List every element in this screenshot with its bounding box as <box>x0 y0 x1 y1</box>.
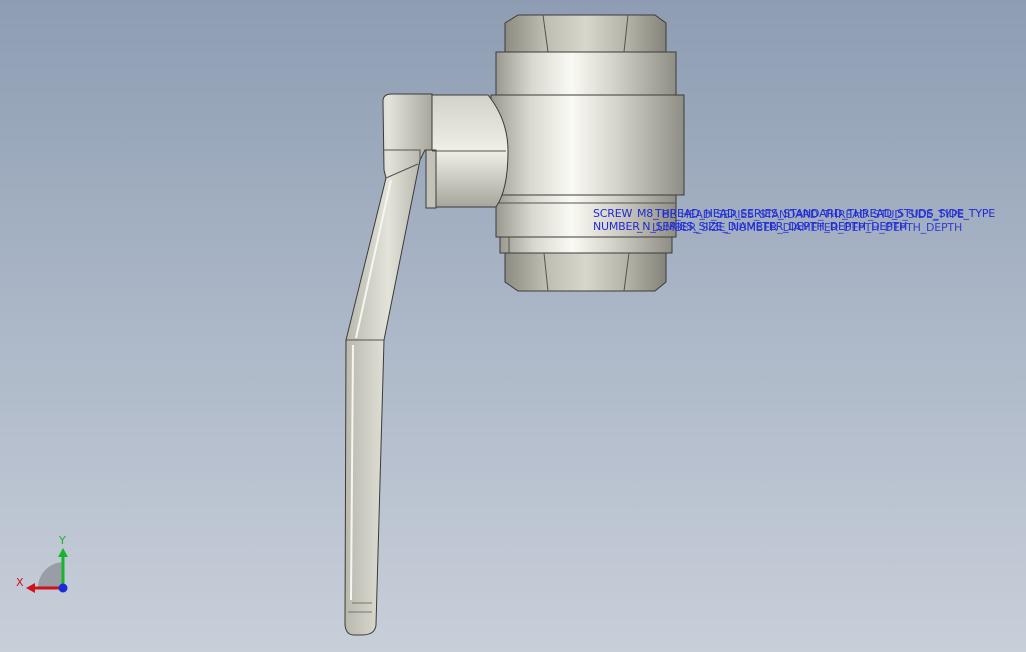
cad-viewport[interactable]: SCREW M8_ THREAD_HEAD_SERIES_STANDARD_TH… <box>0 0 1026 652</box>
annotation-row1-part1: SCREW <box>593 207 633 220</box>
coordinate-triad <box>26 548 68 593</box>
lever-boss <box>425 94 509 209</box>
lever-handle <box>344 93 433 636</box>
hex-nut-bottom <box>504 252 667 292</box>
x-axis-label: X <box>16 576 24 589</box>
annotation-row2-part3: LUMBER_SIZE_NUMBER_DIAMETER_DEPTH_DEPTH_… <box>652 221 963 234</box>
annotation-row2-part1: NUMBER <box>593 220 640 233</box>
hex-nut-top <box>504 14 667 53</box>
z-axis-dot <box>58 583 68 593</box>
y-axis-label: Y <box>59 534 66 547</box>
triad-shadow <box>38 562 64 588</box>
model-graphic[interactable] <box>0 0 1026 652</box>
